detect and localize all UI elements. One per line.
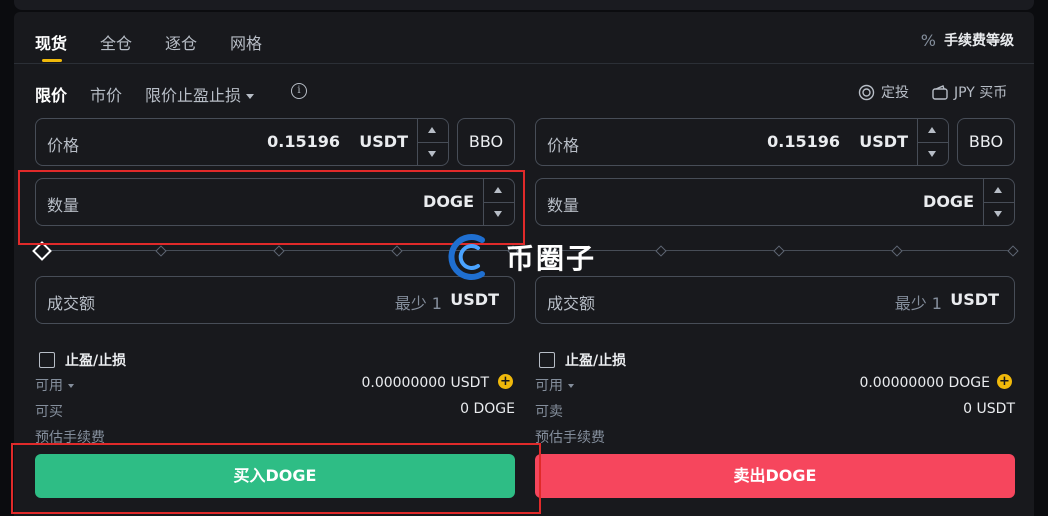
buy-amount-label: 数量 bbox=[47, 196, 80, 215]
slider-step-75[interactable] bbox=[891, 245, 903, 257]
slider-step-25[interactable] bbox=[155, 245, 167, 257]
increment-icon[interactable] bbox=[428, 127, 436, 133]
top-panel-edge bbox=[14, 0, 1034, 10]
watermark-logo-icon bbox=[448, 234, 485, 280]
buy-available-label[interactable]: 可用 bbox=[35, 375, 74, 395]
sell-amount-field[interactable]: 数量 DOGE bbox=[535, 178, 1015, 226]
buy-bbo-button[interactable]: BBO bbox=[457, 118, 515, 166]
buy-amount-unit: DOGE bbox=[423, 192, 474, 211]
tab-spot[interactable]: 现货 bbox=[35, 30, 67, 54]
sell-button[interactable]: 卖出DOGE bbox=[535, 454, 1015, 498]
percent-icon: % bbox=[920, 30, 936, 50]
sell-deposit-plus-icon[interactable]: + bbox=[997, 374, 1012, 389]
fee-level-link[interactable]: % 手续费等级 bbox=[921, 30, 1014, 50]
sell-price-stepper[interactable] bbox=[917, 119, 948, 165]
buy-crypto-link[interactable]: JPY 买币 bbox=[932, 82, 1007, 102]
sell-amount-stepper[interactable] bbox=[983, 179, 1014, 225]
buy-total-label: 成交额 bbox=[47, 294, 96, 313]
sell-max-label: 可卖 bbox=[535, 404, 563, 420]
active-tab-indicator bbox=[42, 59, 62, 62]
buy-available-text: 可用 bbox=[35, 378, 63, 394]
buy-max-value: 0 DOGE bbox=[460, 401, 515, 417]
slider-step-50[interactable] bbox=[773, 245, 785, 257]
decrement-icon[interactable] bbox=[994, 211, 1002, 217]
fee-level-label: 手续费等级 bbox=[944, 33, 1014, 49]
right-edge-strip bbox=[1036, 0, 1048, 516]
tab-isolated[interactable]: 逐仓 bbox=[165, 30, 197, 54]
chevron-down-icon bbox=[68, 384, 74, 388]
sell-percent-slider[interactable] bbox=[535, 244, 1019, 258]
tab-cross[interactable]: 全仓 bbox=[100, 30, 132, 54]
buy-price-unit: USDT bbox=[359, 132, 408, 151]
buy-total-unit: USDT bbox=[450, 290, 499, 309]
buy-fee-label: 预估手续费 bbox=[35, 430, 105, 446]
buy-price-field[interactable]: 价格 0.15196 USDT bbox=[35, 118, 449, 166]
sell-tpsl-checkbox[interactable] bbox=[539, 352, 555, 368]
info-icon[interactable]: i bbox=[291, 83, 307, 99]
slider-step-50[interactable] bbox=[273, 245, 285, 257]
chevron-down-icon bbox=[246, 94, 255, 99]
buy-price-stepper[interactable] bbox=[417, 119, 448, 165]
sell-total-unit: USDT bbox=[950, 290, 999, 309]
buy-button[interactable]: 买入DOGE bbox=[35, 454, 515, 498]
top-band bbox=[0, 0, 1048, 10]
tab-grid[interactable]: 网格 bbox=[230, 30, 262, 54]
buy-amount-field[interactable]: 数量 DOGE bbox=[35, 178, 515, 226]
watermark: 币圈子 bbox=[448, 232, 596, 282]
decrement-icon[interactable] bbox=[428, 151, 436, 157]
sell-total-hint: 最少 1 bbox=[894, 294, 942, 313]
buy-percent-slider[interactable] bbox=[32, 241, 519, 261]
increment-icon[interactable] bbox=[494, 187, 502, 193]
stepper-divider bbox=[984, 202, 1014, 203]
auto-invest-link[interactable]: 定投 bbox=[858, 82, 909, 102]
stepper-divider bbox=[484, 202, 514, 203]
auto-invest-label: 定投 bbox=[881, 85, 909, 101]
chevron-down-icon bbox=[568, 384, 574, 388]
buy-crypto-label: JPY 买币 bbox=[954, 85, 1008, 101]
stepper-divider bbox=[918, 142, 948, 143]
stepper-divider bbox=[418, 142, 448, 143]
sell-available-value: 0.00000000 DOGE bbox=[859, 375, 990, 391]
increment-icon[interactable] bbox=[928, 127, 936, 133]
sell-price-label: 价格 bbox=[547, 136, 580, 155]
decrement-icon[interactable] bbox=[928, 151, 936, 157]
buy-tpsl-label: 止盈/止损 bbox=[65, 353, 127, 369]
decrement-icon[interactable] bbox=[494, 211, 502, 217]
sell-amount-unit: DOGE bbox=[923, 192, 974, 211]
buy-available-value: 0.00000000 USDT bbox=[361, 375, 489, 391]
buy-max-label: 可买 bbox=[35, 404, 63, 420]
tabs-divider bbox=[14, 63, 1034, 64]
wallet-icon bbox=[932, 84, 948, 100]
buy-total-hint: 最少 1 bbox=[394, 294, 442, 313]
watermark-text: 币圈子 bbox=[506, 242, 597, 275]
sell-price-field[interactable]: 价格 0.15196 USDT bbox=[535, 118, 949, 166]
buy-tpsl-checkbox[interactable] bbox=[39, 352, 55, 368]
sell-bbo-button[interactable]: BBO bbox=[957, 118, 1015, 166]
slider-step-25[interactable] bbox=[655, 245, 667, 257]
buy-price-label: 价格 bbox=[47, 136, 80, 155]
buy-deposit-plus-icon[interactable]: + bbox=[498, 374, 513, 389]
buy-total-field[interactable]: 成交额 最少 1 USDT bbox=[35, 276, 515, 324]
target-icon bbox=[858, 84, 875, 100]
sell-available-text: 可用 bbox=[535, 378, 563, 394]
sell-price-value[interactable]: 0.15196 bbox=[767, 132, 840, 151]
buy-price-value[interactable]: 0.15196 bbox=[267, 132, 340, 151]
slider-knob[interactable] bbox=[32, 241, 52, 261]
order-type-market[interactable]: 市价 bbox=[90, 82, 122, 106]
sell-available-label[interactable]: 可用 bbox=[535, 375, 574, 395]
sell-amount-label: 数量 bbox=[547, 196, 580, 215]
order-type-stop-limit-label: 限价止盈止损 bbox=[145, 86, 242, 105]
slider-step-75[interactable] bbox=[391, 245, 403, 257]
buy-amount-stepper[interactable] bbox=[483, 179, 514, 225]
slider-step-100[interactable] bbox=[1007, 245, 1019, 257]
sell-max-value: 0 USDT bbox=[963, 401, 1015, 417]
sell-total-label: 成交额 bbox=[547, 294, 596, 313]
increment-icon[interactable] bbox=[994, 187, 1002, 193]
order-type-stop-limit[interactable]: 限价止盈止损 bbox=[145, 82, 255, 106]
sell-tpsl-label: 止盈/止损 bbox=[565, 353, 627, 369]
sell-total-field[interactable]: 成交额 最少 1 USDT bbox=[535, 276, 1015, 324]
sell-price-unit: USDT bbox=[859, 132, 908, 151]
order-type-limit[interactable]: 限价 bbox=[35, 82, 67, 106]
sell-fee-label: 预估手续费 bbox=[535, 430, 605, 446]
